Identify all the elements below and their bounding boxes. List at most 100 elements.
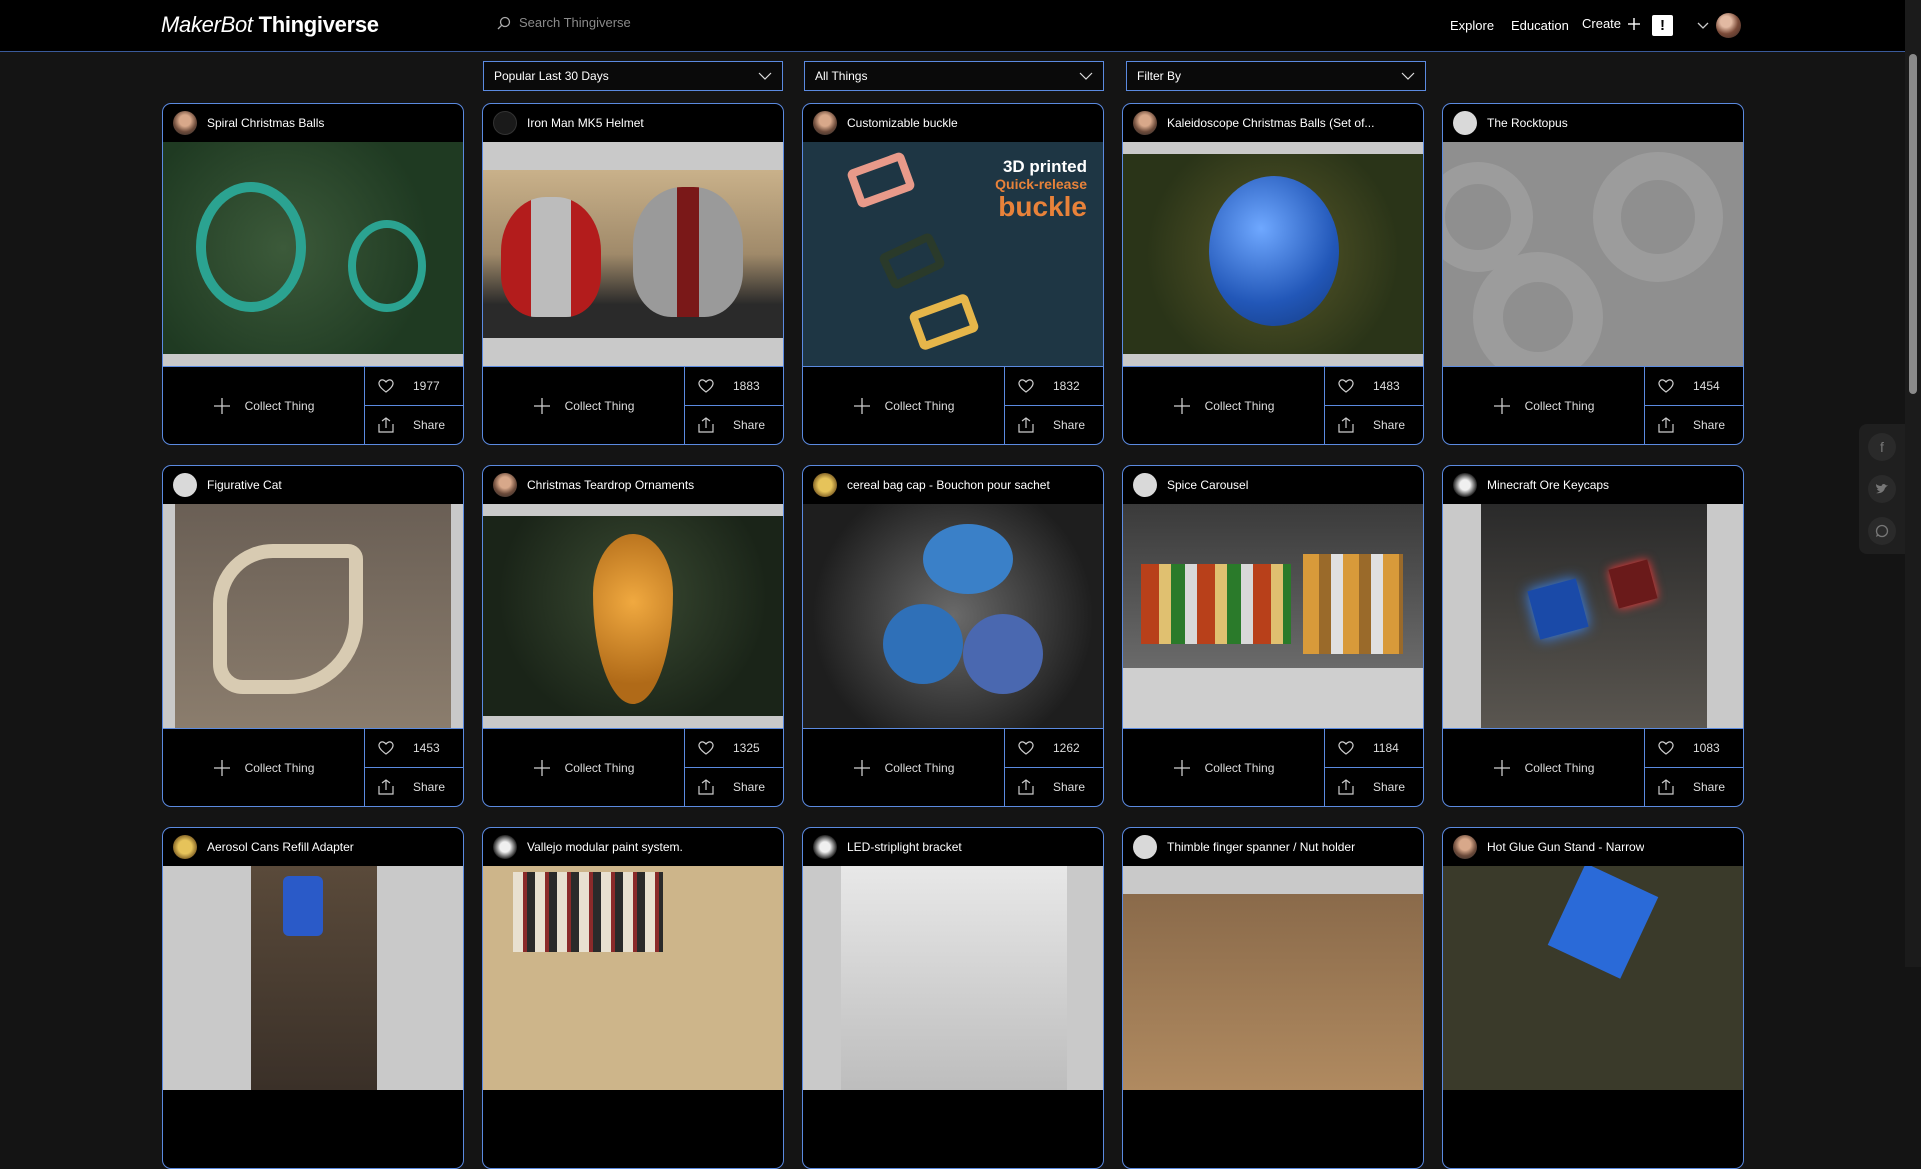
thing-title[interactable]: The Rocktopus xyxy=(1487,116,1568,130)
share-button[interactable]: Share xyxy=(1325,406,1423,444)
thing-image[interactable] xyxy=(483,142,783,366)
like-button[interactable]: 1184 xyxy=(1325,729,1423,768)
like-button[interactable]: 1262 xyxy=(1005,729,1103,768)
thing-image[interactable] xyxy=(163,504,463,728)
creator-avatar[interactable] xyxy=(813,835,837,859)
thing-image[interactable] xyxy=(483,866,783,1090)
collect-thing-button[interactable]: Collect Thing xyxy=(163,729,365,806)
scrollbar-thumb[interactable] xyxy=(1909,54,1917,394)
like-button[interactable]: 1083 xyxy=(1645,729,1743,768)
like-button[interactable]: 1977 xyxy=(365,367,463,406)
thing-card[interactable]: Spice Carousel Collect Thing 1184 Share xyxy=(1122,465,1424,807)
whatsapp-icon[interactable] xyxy=(1868,517,1896,545)
filter-by-dropdown[interactable]: Filter By xyxy=(1126,61,1426,91)
nav-explore[interactable]: Explore xyxy=(1450,18,1494,33)
thing-title[interactable]: LED-striplight bracket xyxy=(847,840,962,854)
thing-title[interactable]: cereal bag cap - Bouchon pour sachet xyxy=(847,478,1050,492)
thing-image[interactable] xyxy=(1443,866,1743,1090)
thing-image[interactable] xyxy=(1123,866,1423,1090)
user-menu[interactable] xyxy=(1696,13,1741,38)
thing-title[interactable]: Hot Glue Gun Stand - Narrow xyxy=(1487,840,1644,854)
twitter-icon[interactable] xyxy=(1868,475,1896,503)
thing-image[interactable] xyxy=(1443,504,1743,728)
creator-avatar[interactable] xyxy=(813,111,837,135)
creator-avatar[interactable] xyxy=(813,473,837,497)
creator-avatar[interactable] xyxy=(173,835,197,859)
creator-avatar[interactable] xyxy=(1453,835,1477,859)
creator-avatar[interactable] xyxy=(493,835,517,859)
nav-create[interactable]: Create xyxy=(1582,16,1641,31)
collect-thing-button[interactable]: Collect Thing xyxy=(1443,367,1645,444)
thing-card[interactable]: cereal bag cap - Bouchon pour sachet Col… xyxy=(802,465,1104,807)
type-dropdown[interactable]: All Things xyxy=(804,61,1104,91)
creator-avatar[interactable] xyxy=(1133,111,1157,135)
share-button[interactable]: Share xyxy=(1645,768,1743,806)
thing-card[interactable]: Thimble finger spanner / Nut holder xyxy=(1122,827,1424,1169)
thing-card[interactable]: Spiral Christmas Balls Collect Thing 197… xyxy=(162,103,464,445)
thing-image[interactable] xyxy=(163,866,463,1090)
like-button[interactable]: 1883 xyxy=(685,367,783,406)
thing-title[interactable]: Thimble finger spanner / Nut holder xyxy=(1167,840,1355,854)
like-button[interactable]: 1832 xyxy=(1005,367,1103,406)
creator-avatar[interactable] xyxy=(493,473,517,497)
share-button[interactable]: Share xyxy=(365,406,463,444)
thing-title[interactable]: Customizable buckle xyxy=(847,116,958,130)
creator-avatar[interactable] xyxy=(173,473,197,497)
collect-thing-button[interactable]: Collect Thing xyxy=(1123,367,1325,444)
collect-thing-button[interactable]: Collect Thing xyxy=(1123,729,1325,806)
creator-avatar[interactable] xyxy=(1133,473,1157,497)
share-button[interactable]: Share xyxy=(685,406,783,444)
thing-image[interactable] xyxy=(803,866,1103,1090)
thing-card[interactable]: Vallejo modular paint system. xyxy=(482,827,784,1169)
thing-title[interactable]: Kaleidoscope Christmas Balls (Set of... xyxy=(1167,116,1374,130)
share-button[interactable]: Share xyxy=(1325,768,1423,806)
collect-thing-button[interactable]: Collect Thing xyxy=(483,367,685,444)
collect-thing-button[interactable]: Collect Thing xyxy=(1443,729,1645,806)
share-button[interactable]: Share xyxy=(1005,768,1103,806)
thing-image[interactable] xyxy=(163,142,463,366)
thing-title[interactable]: Christmas Teardrop Ornaments xyxy=(527,478,694,492)
thing-image[interactable] xyxy=(1443,142,1743,366)
share-button[interactable]: Share xyxy=(685,768,783,806)
thing-title[interactable]: Minecraft Ore Keycaps xyxy=(1487,478,1609,492)
thing-title[interactable]: Figurative Cat xyxy=(207,478,282,492)
collect-thing-button[interactable]: Collect Thing xyxy=(483,729,685,806)
sort-dropdown[interactable]: Popular Last 30 Days xyxy=(483,61,783,91)
thing-title[interactable]: Iron Man MK5 Helmet xyxy=(527,116,644,130)
thing-card[interactable]: Iron Man MK5 Helmet Collect Thing 1883 S… xyxy=(482,103,784,445)
collect-thing-button[interactable]: Collect Thing xyxy=(803,367,1005,444)
page-scrollbar[interactable] xyxy=(1905,0,1921,967)
share-button[interactable]: Share xyxy=(1005,406,1103,444)
search-box[interactable]: Search Thingiverse xyxy=(497,15,631,30)
thing-title[interactable]: Spiral Christmas Balls xyxy=(207,116,324,130)
thing-image[interactable] xyxy=(483,504,783,728)
thing-card[interactable]: LED-striplight bracket xyxy=(802,827,1104,1169)
creator-avatar[interactable] xyxy=(493,111,517,135)
thing-title[interactable]: Aerosol Cans Refill Adapter xyxy=(207,840,354,854)
creator-avatar[interactable] xyxy=(1453,111,1477,135)
thing-image[interactable] xyxy=(1123,142,1423,366)
thing-card[interactable]: Kaleidoscope Christmas Balls (Set of... … xyxy=(1122,103,1424,445)
thing-card[interactable]: Minecraft Ore Keycaps Collect Thing 1083… xyxy=(1442,465,1744,807)
collect-thing-button[interactable]: Collect Thing xyxy=(163,367,365,444)
thing-image[interactable] xyxy=(803,504,1103,728)
like-button[interactable]: 1454 xyxy=(1645,367,1743,406)
thing-image[interactable] xyxy=(1123,504,1423,728)
thing-title[interactable]: Spice Carousel xyxy=(1167,478,1248,492)
thing-card[interactable]: The Rocktopus Collect Thing 1454 Share xyxy=(1442,103,1744,445)
share-button[interactable]: Share xyxy=(1645,406,1743,444)
thing-card[interactable]: Christmas Teardrop Ornaments Collect Thi… xyxy=(482,465,784,807)
notifications-button[interactable]: ! xyxy=(1652,15,1673,36)
like-button[interactable]: 1325 xyxy=(685,729,783,768)
thing-card[interactable]: Aerosol Cans Refill Adapter xyxy=(162,827,464,1169)
facebook-icon[interactable]: f xyxy=(1868,433,1896,461)
like-button[interactable]: 1483 xyxy=(1325,367,1423,406)
like-button[interactable]: 1453 xyxy=(365,729,463,768)
creator-avatar[interactable] xyxy=(173,111,197,135)
creator-avatar[interactable] xyxy=(1133,835,1157,859)
thing-card[interactable]: Customizable buckle 3D printed Quick-rel… xyxy=(802,103,1104,445)
thing-image[interactable]: 3D printed Quick-release buckle xyxy=(803,142,1103,366)
collect-thing-button[interactable]: Collect Thing xyxy=(803,729,1005,806)
nav-education[interactable]: Education xyxy=(1511,18,1569,33)
thing-card[interactable]: Figurative Cat Collect Thing 1453 Share xyxy=(162,465,464,807)
